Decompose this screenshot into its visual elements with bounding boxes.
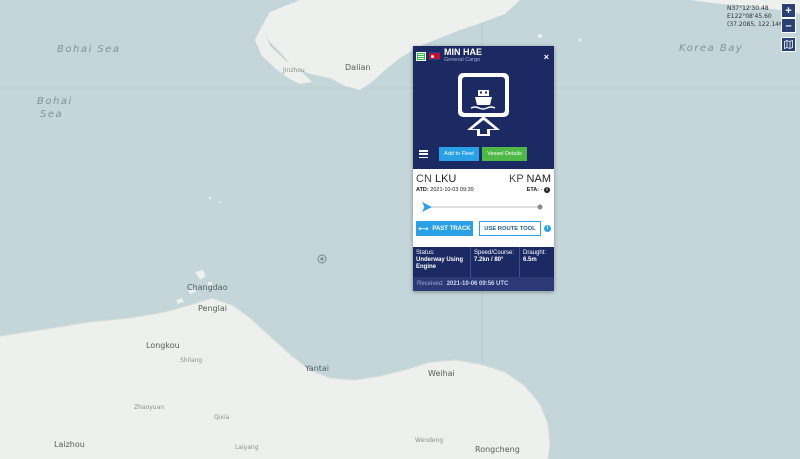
- route-tool-info-icon[interactable]: i: [544, 225, 551, 232]
- speed-course-value: 7.2kn / 80°: [474, 257, 504, 263]
- popup-header: MIN HAE General Cargo × Add to Fleet Ves…: [413, 46, 554, 169]
- destination-port-code: NAM: [526, 173, 551, 185]
- city-label-dalian: Dalian: [345, 63, 371, 72]
- city-label-jinzhou: Jinzhou: [283, 67, 305, 74]
- speed-course-label: Speed/Course:: [474, 250, 515, 256]
- past-track-label: PAST TRACK: [432, 225, 471, 232]
- zoom-out-button[interactable]: –: [781, 18, 796, 33]
- origin-country: CN: [416, 173, 432, 185]
- sea-label-korea-bay: Korea Bay: [679, 43, 744, 54]
- destination-country: KP: [509, 173, 524, 185]
- draught-label: Draught:: [523, 250, 547, 256]
- city-label-laiyang: Laiyang: [235, 444, 259, 451]
- city-label-penglai: Penglai: [198, 304, 227, 313]
- add-to-fleet-button[interactable]: Add to Fleet: [439, 147, 479, 161]
- sea-label-sea: Sea: [40, 109, 64, 120]
- vessel-popup: MIN HAE General Cargo × Add to Fleet Ves…: [413, 46, 554, 291]
- menu-icon[interactable]: [419, 150, 428, 158]
- city-label-wendeng: Wendeng: [415, 437, 444, 444]
- city-label-yantai: Yantai: [305, 364, 330, 373]
- past-track-icon: ⟷: [418, 225, 429, 233]
- city-label-qixia: Qixia: [214, 414, 230, 421]
- past-track-button[interactable]: ⟷ PAST TRACK: [416, 221, 473, 236]
- eta-info-icon[interactable]: i: [544, 187, 550, 193]
- fleet-icon[interactable]: [416, 51, 426, 61]
- atd-value: 2021-10-03 09:39: [430, 187, 474, 193]
- atd: ATD: 2021-10-03 09:39: [416, 187, 474, 193]
- eta-label: ETA:: [526, 187, 540, 193]
- status-bar: Status: Underway Using Engine Speed/Cour…: [413, 247, 554, 277]
- map-layers-button[interactable]: [781, 37, 796, 52]
- city-label-changdao: Changdao: [187, 283, 228, 292]
- vessel-details-button[interactable]: Vessel Details: [482, 147, 527, 161]
- status-value: Underway Using Engine: [416, 257, 464, 270]
- vessel-photo-placeholder-icon: [458, 73, 509, 136]
- eta: ETA: - i: [527, 187, 550, 193]
- voyage-progress: [422, 202, 543, 212]
- coordinate-readout: N37°12'30.48 E122°08'45.60 (37.2085, 122…: [727, 5, 789, 29]
- city-label-laizhou: Laizhou: [54, 440, 85, 449]
- route-tool-button[interactable]: USE ROUTE TOOL: [479, 221, 541, 236]
- status-block: Status: Underway Using Engine: [413, 247, 470, 277]
- received-value: 2021-10-06 09:56 UTC: [446, 281, 509, 287]
- vessel-name: MIN HAE: [444, 47, 482, 57]
- map-canvas[interactable]: Bohai Sea Bohai Sea Korea Bay Dalian Cha…: [0, 0, 800, 459]
- coord-lat: N37°12'30.48: [727, 5, 769, 12]
- status-label: Status:: [416, 250, 435, 256]
- city-label-zhaoyuan: Zhaoyuan: [134, 404, 165, 411]
- destination-dot: [537, 204, 543, 210]
- origin-port-code: LKU: [434, 173, 457, 185]
- city-label-rongcheng: Rongcheng: [475, 445, 520, 454]
- received-bar: Received: 2021-10-06 09:56 UTC: [413, 277, 554, 291]
- speed-course-block: Speed/Course: 7.2kn / 80°: [470, 247, 519, 277]
- city-label-shilang: Shilang: [180, 357, 203, 364]
- coord-lon: E122°08'45.60: [727, 13, 772, 20]
- origin-port: CN LKU: [416, 173, 456, 185]
- eta-value: -: [540, 187, 543, 193]
- coord-decimal: (37.2085, 122.1460): [727, 21, 789, 28]
- vessel-type: General Cargo: [444, 57, 481, 63]
- route-section: CN LKU KP NAM ATD: 2021-10-03 09:39 ETA:…: [413, 169, 554, 247]
- city-label-weihai: Weihai: [428, 369, 455, 378]
- city-label-longkou: Longkou: [146, 341, 180, 350]
- atd-label: ATD:: [416, 187, 429, 193]
- sea-label-bohai: Bohai Sea: [57, 44, 121, 55]
- map-layers-icon: [784, 40, 793, 49]
- north-korea-flag-icon: [429, 52, 440, 60]
- zoom-in-button[interactable]: +: [781, 3, 796, 18]
- draught-value: 6.5m: [523, 257, 537, 263]
- received-label: Received:: [417, 281, 444, 287]
- destination-port: KP NAM: [509, 173, 551, 185]
- sea-label-bohai-2: Bohai: [37, 96, 73, 107]
- draught-block: Draught: 6.5m: [519, 247, 554, 277]
- close-icon[interactable]: ×: [544, 52, 549, 62]
- map-background: [0, 0, 800, 459]
